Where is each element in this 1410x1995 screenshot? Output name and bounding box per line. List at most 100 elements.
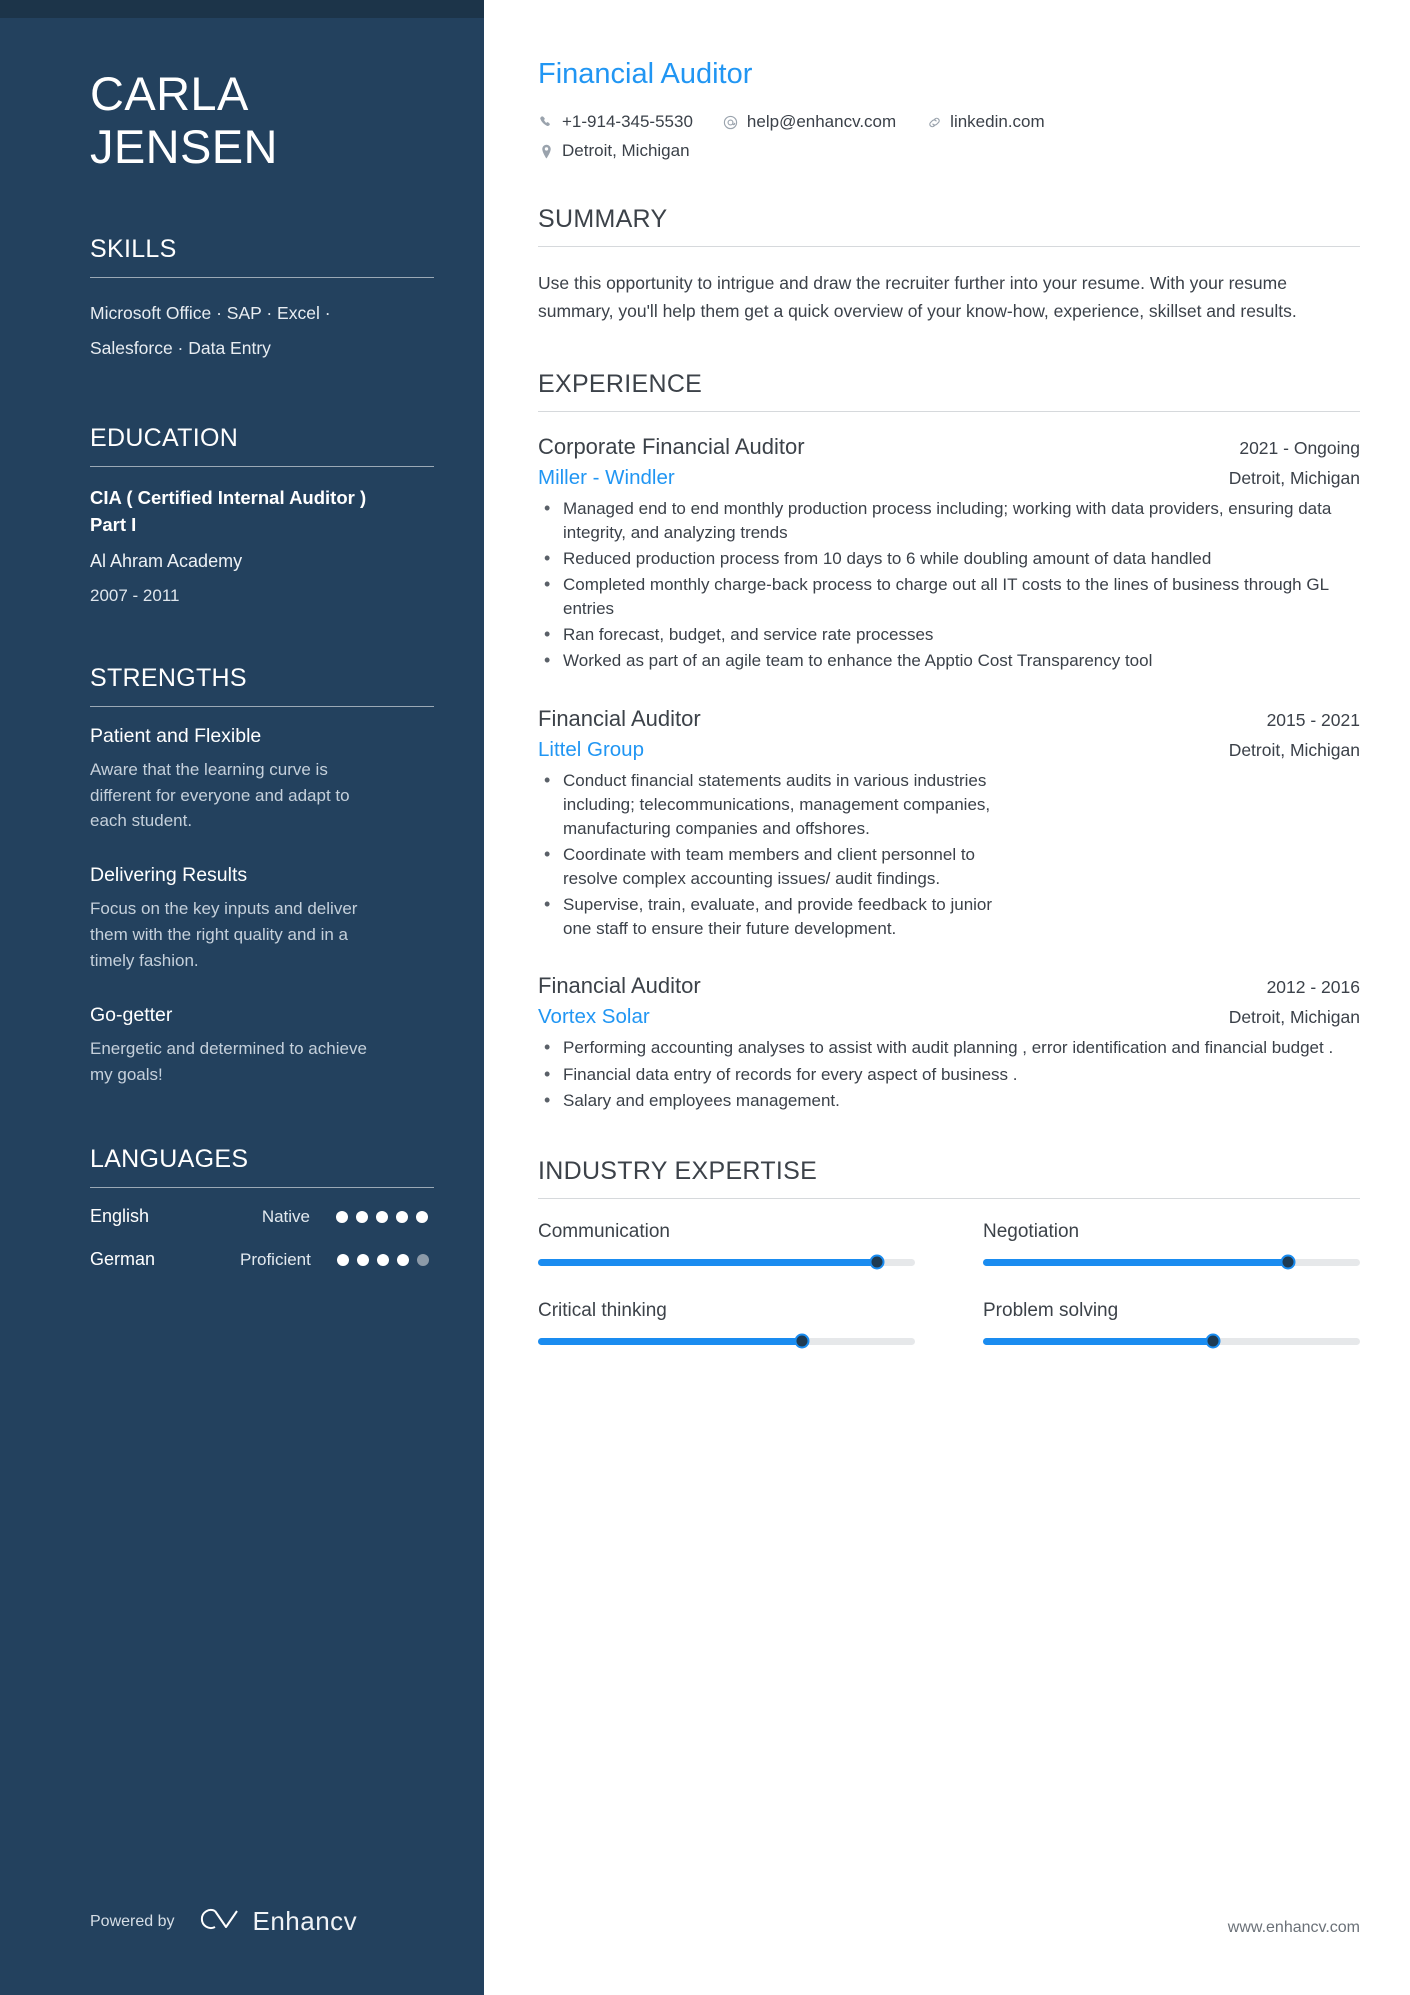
candidate-first-name: CARLA [90,67,249,120]
experience-item-header: Financial Auditor 2012 - 2016 [538,973,1360,999]
languages-heading: LANGUAGES [90,1145,249,1174]
strengths-divider [90,705,434,707]
summary-text: Use this opportunity to intrigue and dra… [538,273,1297,322]
experience-bullet: Conduct financial statements audits in v… [538,768,998,841]
experience-item-header: Corporate Financial Auditor 2021 - Ongoin… [538,434,1360,460]
contact-phone-value: +1-914-345-5530 [562,112,693,131]
experience-divider [538,410,1360,412]
expertise-slider-knob[interactable] [794,1333,810,1349]
skills-line-2: Salesforce · Data Entry [90,338,271,359]
rating-dot-filled [356,1253,369,1266]
main-content: Financial Auditor +1-914-345-5530 help@e… [484,0,1410,1995]
experience-dates: 2021 - Ongoing [1239,437,1360,458]
experience-company[interactable]: Vortex Solar [538,1005,650,1029]
headline-job-title: Financial Auditor [538,58,753,90]
experience-item: Corporate Financial Auditor 2021 - Ongoin… [538,434,1360,674]
strengths-list: Patient and Flexible Aware that the learn… [90,725,428,1088]
expertise-item: Negotiation [983,1221,1360,1270]
strength-title: Patient and Flexible [90,724,262,747]
experience-bullet: Salary and employees management. [538,1088,1360,1114]
experience-company[interactable]: Miller - Windler [538,466,675,490]
experience-dates: 2012 - 2016 [1266,977,1360,998]
resume-page: CARLA JENSEN SKILLS Microsoft Office · S… [0,0,1410,1995]
contact-location: Detroit, Michigan [538,141,690,161]
powered-by-footer: Powered by Enhancv [90,1906,357,1937]
expertise-slider-knob[interactable] [1205,1333,1221,1349]
experience-jobs-list: Corporate Financial Auditor 2021 - Ongoin… [538,434,1360,1114]
expertise-item: Critical thinking [538,1299,915,1349]
expertise-slider[interactable] [983,1254,1360,1270]
experience-item: Financial Auditor 2015 - 2021 Littel Group… [538,706,1360,942]
experience-dates: 2015 - 2021 [1266,709,1360,730]
email-at-icon [723,115,739,130]
expertise-item: Problem solving [983,1299,1360,1349]
experience-bullet: Worked as part of an agile team to enhan… [538,648,1360,674]
experience-item-subheader: Vortex Solar Detroit, Michigan [538,1005,1360,1029]
expertise-slider-knob[interactable] [1280,1254,1296,1270]
candidate-name: CARLA JENSEN [90,67,428,173]
education-section: EDUCATION CIA ( Certified Internal Audit… [90,424,434,606]
expertise-slider[interactable] [983,1333,1360,1349]
contact-line-2: Detroit, Michigan [538,141,1360,161]
summary-section: SUMMARY Use this opportunity to intrigue… [538,205,1360,326]
experience-location: Detroit, Michigan [1228,1007,1360,1028]
experience-company[interactable]: Littel Group [538,738,644,762]
contact-line-1: +1-914-345-5530 help@enhancv.com linkedi… [538,112,1360,132]
contact-phone[interactable]: +1-914-345-5530 [538,112,693,132]
candidate-last-name: JENSEN [90,119,278,173]
experience-location: Detroit, Michigan [1228,467,1360,488]
strength-title: Go-getter [90,1003,173,1026]
education-school: Al Ahram Academy [90,550,243,571]
experience-location: Detroit, Michigan [1228,739,1360,760]
contact-linkedin[interactable]: linkedin.com [926,112,1045,132]
rating-dot-filled [376,1210,388,1223]
languages-section: LANGUAGES English Native German Proficient [90,1145,434,1270]
experience-bullet: Managed end to end monthly production pr… [538,496,1360,545]
language-level: Proficient [240,1249,311,1269]
experience-bullet: Performing accounting analyses to assist… [538,1035,1360,1061]
link-icon [926,115,942,130]
experience-heading: EXPERIENCE [538,369,703,398]
expertise-slider-fill [983,1258,1289,1266]
language-rating-dots [336,1210,428,1223]
skills-section: SKILLS Microsoft Office · SAP · Excel · … [90,235,434,366]
expertise-slider[interactable] [538,1254,915,1270]
rating-dot-filled [396,1253,409,1266]
education-degree: CIA ( Certified Internal Auditor ) Part … [90,487,367,535]
website-url: www.enhancv.com [1227,1919,1360,1936]
experience-item: Financial Auditor 2012 - 2016 Vortex Solar… [538,973,1360,1114]
expertise-slider-knob[interactable] [869,1254,885,1270]
powered-by-label: Powered by [90,1912,175,1930]
expertise-label: Critical thinking [538,1299,667,1321]
enhancv-wordmark: Enhancv [252,1906,358,1936]
rating-dot-filled [336,1253,349,1266]
expertise-slider-fill [538,1337,802,1345]
expertise-slider[interactable] [538,1333,915,1349]
sidebar: CARLA JENSEN SKILLS Microsoft Office · S… [0,0,484,1995]
contact-linkedin-value: linkedin.com [950,112,1045,131]
language-level: Native [261,1206,310,1226]
rating-dot-filled [396,1210,408,1223]
strengths-section: STRENGTHS Patient and Flexible Aware that… [90,664,434,1088]
contact-block: +1-914-345-5530 help@enhancv.com linkedi… [538,112,1360,161]
language-name: English [90,1206,150,1227]
rating-dot-empty [416,1253,429,1266]
phone-icon [538,115,554,129]
language-row: German Proficient [90,1249,429,1270]
strength-description: Aware that the learning curve is differe… [90,759,350,831]
expertise-label: Problem solving [983,1299,1119,1321]
experience-role: Financial Auditor [538,705,701,731]
skills-line-1: Microsoft Office · SAP · Excel · [90,303,331,324]
language-row: English Native [90,1206,428,1227]
rating-dot-filled [336,1210,348,1223]
experience-bullet-list: Performing accounting analyses to assist… [538,1035,1360,1114]
summary-heading: SUMMARY [538,205,668,233]
languages-divider [90,1187,434,1189]
strength-description: Focus on the key inputs and deliver them… [90,899,358,970]
experience-bullet: Financial data entry of records for ever… [538,1062,1360,1088]
strength-item: Patient and Flexible Aware that the learn… [90,725,428,834]
contact-email[interactable]: help@enhancv.com [723,112,896,132]
experience-item-subheader: Miller - Windler Detroit, Michigan [538,466,1360,490]
education-divider [90,466,434,468]
languages-list: English Native German Proficient [90,1206,429,1270]
